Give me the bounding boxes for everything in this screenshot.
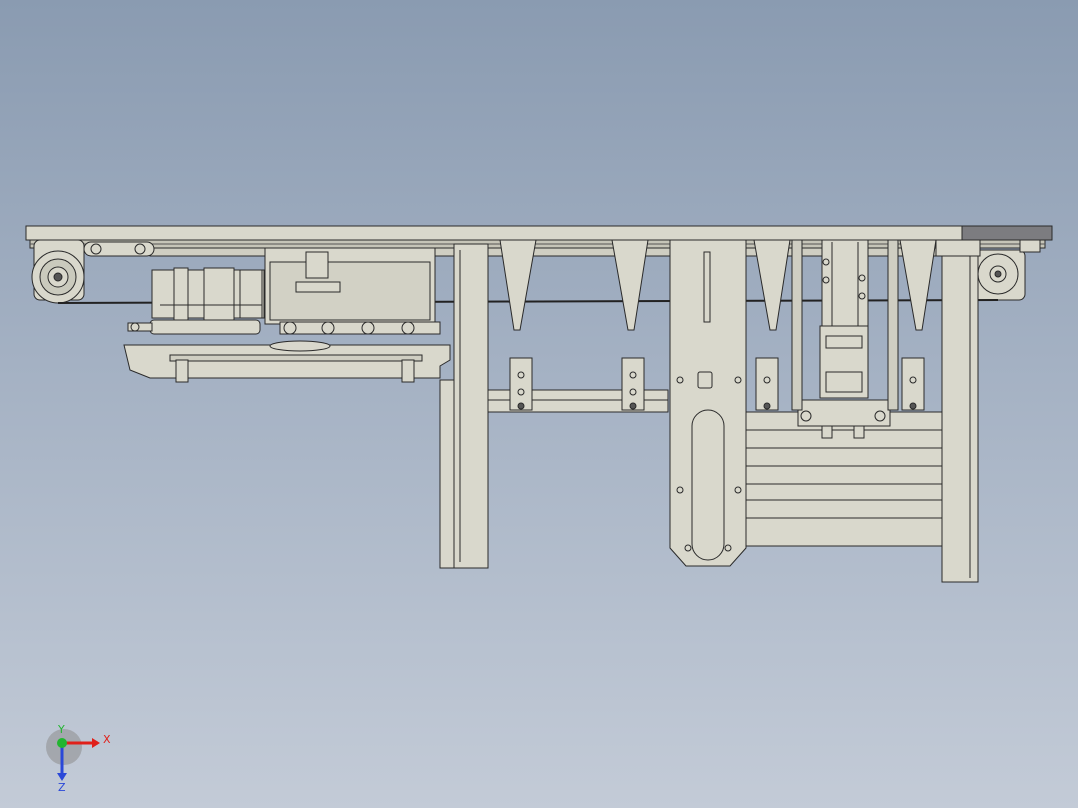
gusset-2	[611, 239, 649, 331]
lower-frame	[745, 411, 943, 547]
sensor-bracket-1	[509, 357, 533, 411]
gusset-1	[499, 239, 537, 331]
air-cylinder	[149, 319, 261, 335]
left-column	[453, 243, 489, 569]
left-column-front	[439, 379, 455, 569]
gusset-4	[899, 239, 937, 331]
coordinate-triad: X Y Z	[46, 725, 111, 794]
z-axis-label: Z	[58, 781, 66, 794]
y-axis-marker	[57, 738, 67, 748]
right-column	[941, 253, 979, 583]
top-beam-dark-end	[961, 225, 1053, 241]
cad-viewport[interactable]: X Y Z	[0, 0, 1078, 808]
x-axis-label: X	[103, 733, 111, 746]
sensor-bracket-3	[755, 357, 779, 411]
y-axis-label: Y	[57, 725, 65, 736]
machine-assembly-drawing[interactable]	[0, 0, 1078, 808]
sensor-bracket-4	[901, 357, 925, 411]
vertical-slide	[821, 239, 869, 333]
sensor-bracket-2	[621, 357, 645, 411]
gusset-3	[753, 239, 791, 331]
top-beam	[25, 225, 1053, 241]
